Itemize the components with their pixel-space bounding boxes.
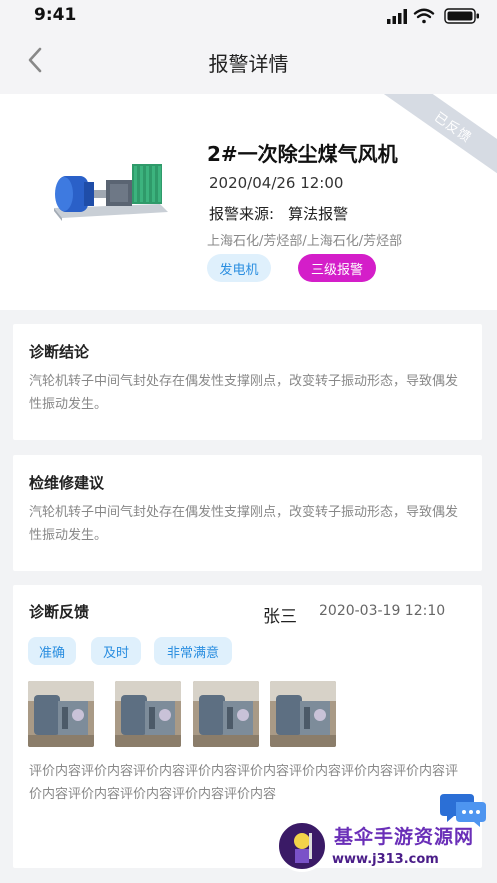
signal-icon <box>387 9 407 24</box>
machine-photo-image <box>270 681 336 747</box>
status-bar: 9:41 <box>0 0 497 30</box>
page-title: 报警详情 <box>208 52 289 76</box>
feedback-photo[interactable] <box>270 681 336 747</box>
alarm-source: 报警来源: 算法报警 <box>209 203 348 224</box>
alarm-time: 2020/04/26 12:00 <box>209 174 344 192</box>
feedback-tag-satisfied: 非常满意 <box>154 637 232 665</box>
status-ribbon-label: 已反馈 <box>431 109 475 146</box>
battery-icon <box>444 8 479 24</box>
diagnosis-card: 诊断结论 汽轮机转子中间气封处存在偶发性支撑刚点，改变转子振动形态，导致偶发性振… <box>13 324 482 440</box>
feedback-time: 2020-03-19 12:10 <box>319 603 446 619</box>
alarm-header-card: 已反馈 2#一次除尘煤气风机 2020/04/26 12:00 报警来源: 算法报… <box>0 94 497 310</box>
feedback-user: 张三 <box>263 607 297 627</box>
location-path: 上海石化/芳烃部/上海石化/芳烃部 <box>207 234 403 249</box>
maintenance-card: 检维修建议 汽轮机转子中间气封处存在偶发性支撑刚点，改变转子振动形态，导致偶发性… <box>13 455 482 571</box>
feedback-tag-timely: 及时 <box>91 637 141 665</box>
watermark: 基伞手游资源网 www.j313.com <box>276 818 497 878</box>
status-time: 9:41 <box>34 5 77 25</box>
status-icons <box>387 8 479 24</box>
wifi-icon <box>413 8 435 24</box>
feedback-photo[interactable] <box>28 681 94 747</box>
maintenance-title: 检维修建议 <box>29 474 105 492</box>
machine-photo-image <box>28 681 94 747</box>
machine-image <box>54 164 168 221</box>
feedback-comment: 评价内容评价内容评价内容评价内容评价内容评价内容评价内容评价内容评价内容评价内容… <box>29 764 459 802</box>
diagnosis-title: 诊断结论 <box>29 343 90 361</box>
feedback-title: 诊断反馈 <box>29 603 90 621</box>
feedback-photo[interactable] <box>115 681 181 747</box>
feedback-tag-accurate: 准确 <box>28 637 76 665</box>
device-type-tag: 发电机 <box>207 254 271 282</box>
alarm-source-label: 报警来源: <box>209 205 275 223</box>
device-name: 2#一次除尘煤气风机 <box>207 142 398 166</box>
watermark-logo-icon <box>276 820 328 872</box>
nav-bar: 报警详情 <box>0 30 497 94</box>
watermark-title: 基伞手游资源网 <box>334 826 475 848</box>
diagnosis-text: 汽轮机转子中间气封处存在偶发性支撑刚点，改变转子振动形态，导致偶发性振动发生。 <box>29 374 459 412</box>
alarm-source-value: 算法报警 <box>288 205 349 223</box>
alarm-level-tag: 三级报警 <box>298 254 376 282</box>
machine-photo-image <box>193 681 259 747</box>
watermark-url: www.j313.com <box>332 852 439 867</box>
maintenance-text: 汽轮机转子中间气封处存在偶发性支撑刚点，改变转子振动形态，导致偶发性振动发生。 <box>29 505 459 543</box>
feedback-photo[interactable] <box>193 681 259 747</box>
machine-photo-image <box>115 681 181 747</box>
